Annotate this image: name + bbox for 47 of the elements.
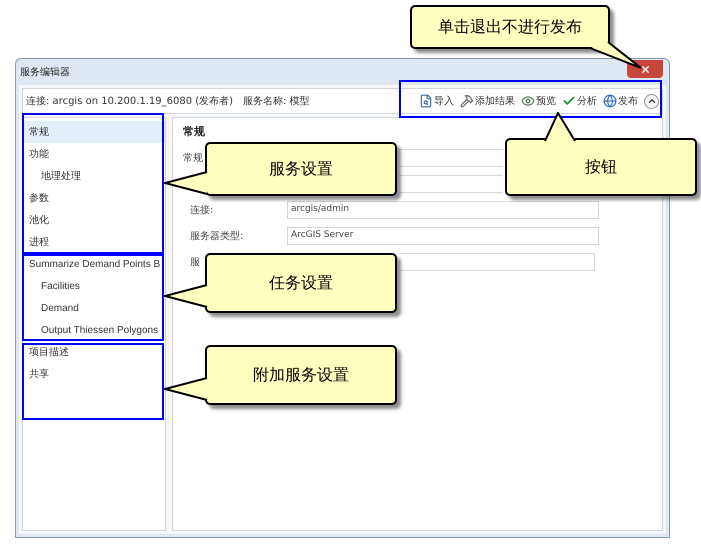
nav-item[interactable]: Facilities <box>23 275 165 297</box>
toolbar-button[interactable]: 预览 <box>521 94 556 108</box>
eye-icon <box>521 94 535 108</box>
input-field[interactable]: arcgis/admin <box>287 201 599 219</box>
close-icon <box>640 64 650 74</box>
nav-item[interactable]: 共享 <box>23 363 165 385</box>
check-icon <box>562 94 576 108</box>
globe-icon <box>603 94 617 108</box>
toolbar-button[interactable]: 分析 <box>562 94 597 108</box>
input-field[interactable] <box>399 253 595 271</box>
service-name-text: 服务名称: 模型 <box>243 94 310 108</box>
chevron-up-icon <box>646 96 656 106</box>
panel-heading: 常规 <box>183 124 205 140</box>
section-label: 常规 <box>183 152 203 166</box>
field-label: 服 <box>190 256 200 268</box>
callout: 单击退出不进行发布 <box>410 5 610 49</box>
close-button[interactable] <box>627 60 663 78</box>
connection-text: 连接: arcgis on 10.200.1.19_6080 (发布者) <box>26 94 234 108</box>
callout-pointer <box>164 170 208 196</box>
callout-pointer <box>164 376 208 402</box>
hammer-icon <box>460 94 474 108</box>
document-search-icon <box>419 94 433 108</box>
nav-item[interactable]: 地理处理 <box>23 165 165 187</box>
nav-item[interactable]: 项目描述 <box>23 341 165 363</box>
input-field[interactable] <box>399 149 503 167</box>
callout: 任务设置 <box>205 253 397 313</box>
nav-item[interactable]: 常规 <box>23 121 165 143</box>
input-field[interactable]: ArcGIS Server <box>287 227 599 245</box>
nav-item[interactable]: Output Thiessen Polygons <box>23 319 165 341</box>
callout-pointer <box>588 40 643 70</box>
input-field[interactable] <box>399 175 503 193</box>
nav-item[interactable]: 池化 <box>23 209 165 231</box>
field-label: 连接: <box>190 204 214 216</box>
nav-item[interactable]: Summarize Demand Points B <box>23 253 165 275</box>
callout-pointer <box>164 283 208 309</box>
nav-item[interactable]: 进程 <box>23 231 165 253</box>
nav-item[interactable]: 功能 <box>23 143 165 165</box>
callout: 服务设置 <box>205 142 397 196</box>
toolbar-button[interactable]: 导入 <box>419 94 454 108</box>
collapse-button[interactable] <box>644 94 659 108</box>
toolbar-button[interactable]: 发布 <box>603 94 638 108</box>
nav-item[interactable]: Demand <box>23 297 165 319</box>
toolbar-button[interactable]: 添加结果 <box>460 94 515 108</box>
callout: 附加服务设置 <box>205 345 397 405</box>
field-label: 服务器类型: <box>190 230 244 242</box>
nav-item[interactable]: 参数 <box>23 187 165 209</box>
window-title: 服务编辑器 <box>20 66 70 80</box>
